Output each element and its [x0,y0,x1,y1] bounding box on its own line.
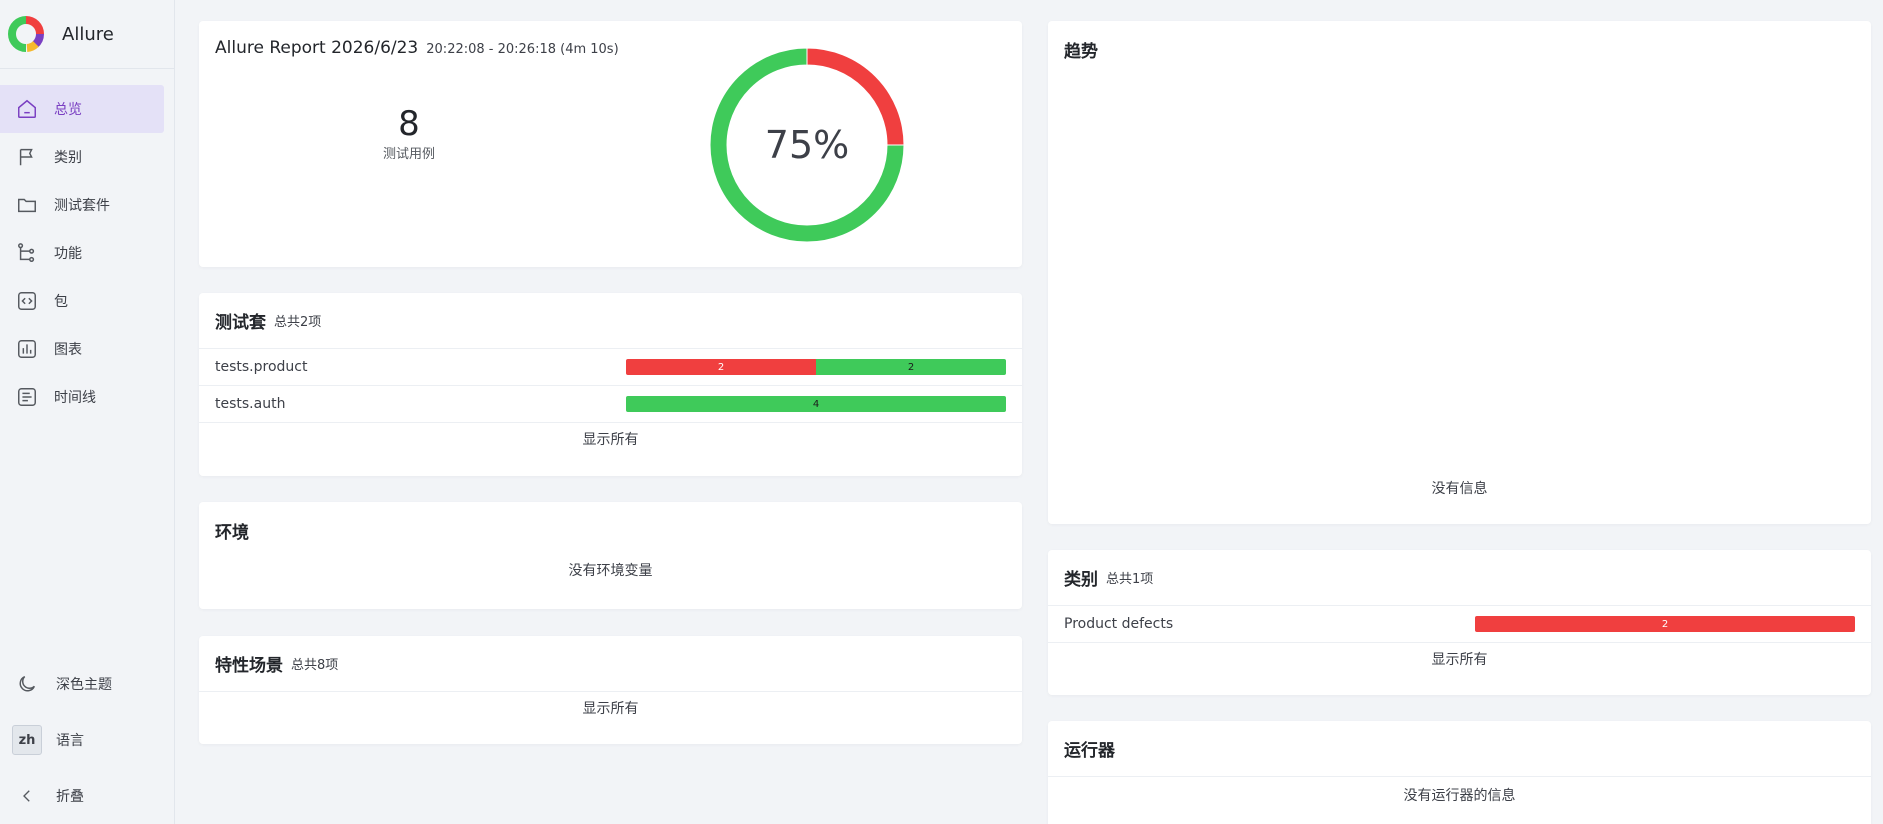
suite-name: tests.auth [215,396,286,412]
features-count: 总共8项 [291,658,339,673]
theme-label: 深色主题 [56,677,112,693]
collapse-button[interactable]: 折叠 [0,768,175,824]
category-name: Product defects [1064,616,1174,632]
suite-status-bar[interactable]: 2 2 [626,359,1006,375]
language-switch[interactable]: zh 语言 [0,712,175,768]
trend-empty-message: 没有信息 [1431,481,1488,497]
trend-widget: 趋势 没有信息 [1048,21,1871,524]
features-widget: 特性场景 总共8项 显示所有 [199,636,1022,744]
brand[interactable]: Allure [0,0,174,69]
suites-widget: 测试套 总共2项 tests.product 2 2 tests.auth 4 … [199,293,1022,476]
nav-item-packages[interactable]: 包 [0,277,164,325]
suites-title: 测试套 [215,313,266,333]
main-nav: 总览 类别 测试套件 功能 包 图表 时间线 [0,69,174,421]
executors-widget: 运行器 没有运行器的信息 [1048,721,1871,824]
passed-segment: 2 [816,359,1006,375]
failed-segment: 2 [1475,616,1855,632]
flag-icon [14,144,40,170]
category-status-bar[interactable]: 2 [1475,616,1855,632]
test-case-count-label: 测试用例 [382,147,435,162]
collapse-label: 折叠 [56,789,84,805]
moon-icon [12,669,42,699]
suites-show-all-link[interactable]: 显示所有 [199,423,1022,460]
nav-label: 功能 [54,246,82,262]
summary-widget: Allure Report 2026/6/23 20:22:08 - 20:26… [199,21,1022,267]
suites-header: 测试套 总共2项 [199,293,1022,349]
trend-title: 趋势 [1064,41,1098,62]
brand-name: Allure [62,23,114,45]
category-row[interactable]: Product defects 2 [1048,606,1871,643]
success-rate-percent: 75% [764,123,850,167]
environment-header: 环境 [199,502,1022,558]
environment-empty-message: 没有环境变量 [568,563,653,579]
tree-icon [14,240,40,266]
nav-item-overview[interactable]: 总览 [0,85,164,133]
trend-header: 趋势 [1048,21,1871,77]
chart-icon [14,336,40,362]
nav-item-suites[interactable]: 测试套件 [0,181,164,229]
nav-label: 图表 [54,342,82,358]
nav-item-behaviors[interactable]: 功能 [0,229,164,277]
folder-icon [14,192,40,218]
environment-title: 环境 [215,522,249,543]
suite-row[interactable]: tests.auth 4 [199,386,1022,423]
executors-header: 运行器 [1048,721,1871,777]
nav-label: 时间线 [54,390,96,406]
test-case-count: 8 [398,104,420,144]
code-icon [14,288,40,314]
sidebar-bottom: 深色主题 zh 语言 折叠 [0,656,175,824]
failed-segment: 2 [626,359,816,375]
sidebar: Allure 总览 类别 测试套件 功能 包 图表 时间线 深色主题 zh 语言… [0,0,175,824]
categories-header: 类别 总共1项 [1048,550,1871,606]
suite-name: tests.product [215,359,308,375]
nav-label: 总览 [54,102,82,118]
features-title: 特性场景 [215,656,283,676]
theme-toggle[interactable]: 深色主题 [0,656,175,712]
language-label: 语言 [56,733,84,749]
nav-label: 类别 [54,150,82,166]
language-code: zh [12,725,42,755]
environment-widget: 环境 没有环境变量 [199,502,1022,609]
executors-title: 运行器 [1064,741,1115,761]
suite-status-bar[interactable]: 4 [626,396,1006,412]
categories-title: 类别 [1064,570,1098,590]
suite-row[interactable]: tests.product 2 2 [199,349,1022,386]
report-time: 20:22:08 - 20:26:18 (4m 10s) [426,42,619,57]
categories-show-all-link[interactable]: 显示所有 [1048,643,1871,677]
nav-label: 包 [54,294,68,310]
allure-logo-icon [7,15,44,52]
executors-empty-message: 没有运行器的信息 [1403,788,1516,804]
categories-widget: 类别 总共1项 Product defects 2 显示所有 [1048,550,1871,695]
timeline-icon [14,384,40,410]
categories-count: 总共1项 [1106,572,1154,587]
chevron-left-icon [12,781,42,811]
suites-count: 总共2项 [274,315,322,330]
passed-segment: 4 [626,396,1006,412]
features-show-all-link[interactable]: 显示所有 [199,692,1022,726]
nav-item-categories[interactable]: 类别 [0,133,164,181]
nav-item-graphs[interactable]: 图表 [0,325,164,373]
nav-label: 测试套件 [54,198,110,214]
nav-item-timeline[interactable]: 时间线 [0,373,164,421]
report-title: Allure Report 2026/6/23 [215,38,419,58]
features-header: 特性场景 总共8项 [199,636,1022,692]
home-icon [14,96,40,122]
